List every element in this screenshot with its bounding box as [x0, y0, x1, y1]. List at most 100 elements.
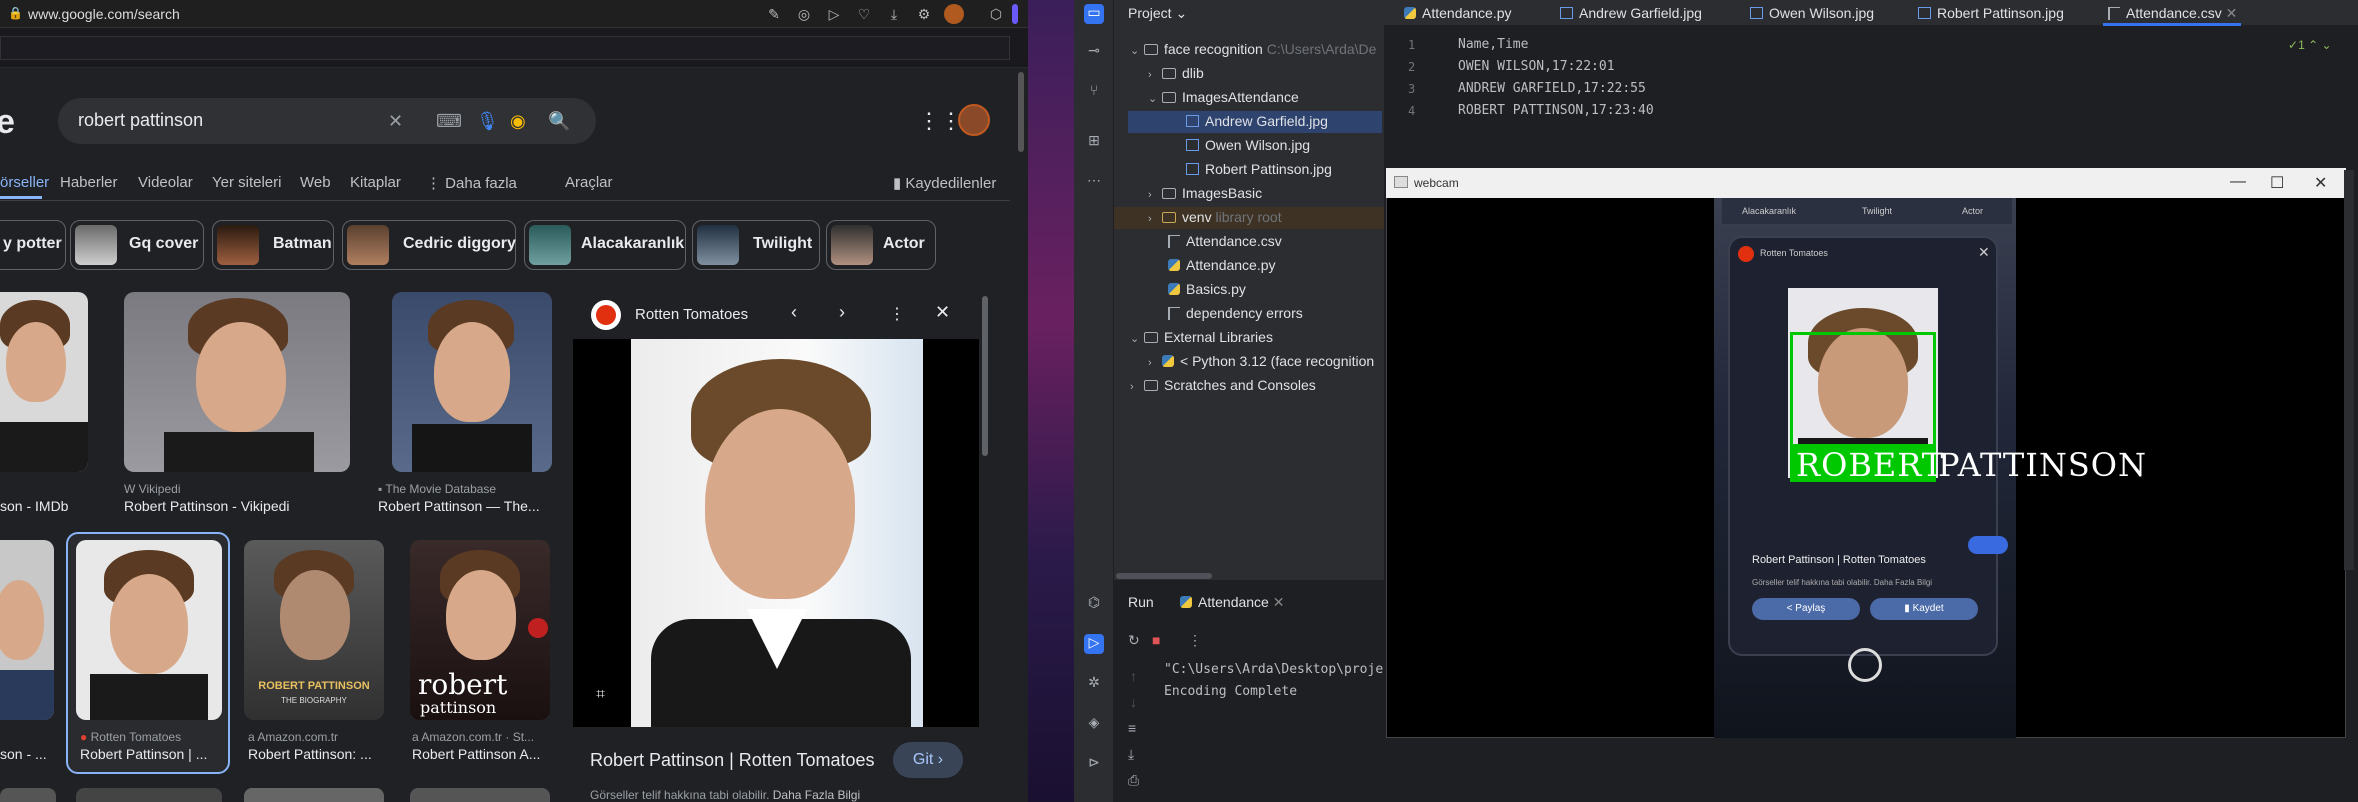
- chevron-right-icon[interactable]: ›: [1148, 184, 1162, 206]
- mic-icon[interactable]: 🎙: [476, 110, 499, 132]
- tree-item-scratches[interactable]: › Scratches and Consoles: [1130, 374, 1316, 396]
- saved-link[interactable]: ▮ Kaydedilenler: [893, 174, 996, 192]
- project-hscrollbar[interactable]: [1116, 573, 1212, 579]
- tree-item-dependency-errors[interactable]: dependency errors: [1168, 302, 1303, 324]
- prev-icon[interactable]: ‹: [791, 302, 797, 323]
- preview-image[interactable]: V: [631, 339, 923, 727]
- result-image-amazon-1[interactable]: ROBERT PATTINSON THE BIOGRAPHY: [244, 540, 384, 720]
- tree-item-venv[interactable]: › venv library root: [1148, 206, 1282, 228]
- search-input[interactable]: robert pattinson: [78, 110, 203, 131]
- run-tab-attendance[interactable]: Attendance ✕: [1180, 594, 1284, 611]
- code-line[interactable]: Name,Time: [1458, 37, 1528, 52]
- edit-icon[interactable]: ✎: [764, 4, 784, 24]
- chevron-right-icon[interactable]: ›: [1148, 208, 1162, 230]
- code-line[interactable]: ANDREW GARFIELD,17:22:55: [1458, 81, 1646, 96]
- close-run-tab-icon[interactable]: ✕: [1273, 594, 1285, 610]
- scroll-down-icon[interactable]: ↓: [1130, 694, 1137, 710]
- python-console-icon[interactable]: ⌬: [1084, 594, 1104, 614]
- result-image-rotten-tomatoes[interactable]: [76, 540, 222, 720]
- project-tool-icon[interactable]: ▭: [1084, 4, 1104, 24]
- editor-tab-attendance-py[interactable]: Attendance.py: [1404, 5, 1512, 21]
- editor-tab-andrew-garfield[interactable]: Andrew Garfield.jpg: [1560, 5, 1702, 21]
- result-image-vikipedi[interactable]: [124, 292, 350, 472]
- chip-gq-cover[interactable]: Gq cover: [70, 220, 204, 270]
- result-title[interactable]: son - IMDb: [0, 498, 68, 514]
- preview-source[interactable]: Rotten Tomatoes: [635, 306, 748, 323]
- layers-icon[interactable]: ◈: [1084, 714, 1104, 734]
- browser-scrollbar[interactable]: [1018, 72, 1024, 152]
- tab-places[interactable]: Yer siteleri: [212, 174, 281, 191]
- tree-item-images-attendance[interactable]: ⌄ ImagesAttendance: [1148, 86, 1299, 108]
- lens-search-icon[interactable]: ⌗: [596, 686, 605, 704]
- result-title[interactable]: Robert Pattinson A...: [412, 746, 540, 762]
- camera-icon[interactable]: ◎: [794, 4, 814, 24]
- code-line[interactable]: ROBERT PATTINSON,17:23:40: [1458, 103, 1654, 118]
- search-icon[interactable]: 🔍: [548, 110, 570, 132]
- commit-icon[interactable]: ⊸: [1084, 42, 1104, 62]
- structure-icon[interactable]: ⊞: [1084, 132, 1104, 152]
- result-title[interactable]: Robert Pattinson | ...: [80, 746, 207, 762]
- url-text[interactable]: www.google.com/search: [28, 6, 180, 22]
- editor-tab-attendance-csv[interactable]: Attendance.csv ✕: [2108, 5, 2237, 22]
- avatar[interactable]: [958, 104, 990, 136]
- result-image-partial[interactable]: [0, 540, 54, 720]
- heart-icon[interactable]: ♡: [854, 4, 874, 24]
- tree-item-robert-pattinson[interactable]: Robert Pattinson.jpg: [1186, 158, 1332, 180]
- chip-twilight[interactable]: Twilight: [692, 220, 820, 270]
- chip-cedric-diggory[interactable]: Cedric diggory: [342, 220, 516, 270]
- editor-tab-robert-pattinson[interactable]: Robert Pattinson.jpg: [1918, 5, 2064, 21]
- editor-scrollbar[interactable]: [2344, 170, 2354, 570]
- result-title[interactable]: Robert Pattinson — The...: [378, 498, 540, 514]
- tree-item-attendance-py[interactable]: Attendance.py: [1168, 254, 1276, 276]
- tree-item-basics-py[interactable]: Basics.py: [1168, 278, 1246, 300]
- rerun-icon[interactable]: ↻: [1128, 632, 1140, 649]
- chevron-down-icon[interactable]: ⌄: [1148, 88, 1162, 110]
- code-editor[interactable]: [1384, 26, 2358, 170]
- editor-tab-owen-wilson[interactable]: Owen Wilson.jpg: [1750, 5, 1874, 21]
- result-image-tmdb[interactable]: [392, 292, 552, 472]
- more-tools-icon[interactable]: ⋯: [1084, 172, 1104, 192]
- print-icon[interactable]: ⎙: [1128, 772, 1139, 789]
- result-image-next-row[interactable]: [0, 788, 56, 802]
- git-icon[interactable]: ⑂: [1084, 82, 1104, 102]
- tree-item-andrew-garfield[interactable]: Andrew Garfield.jpg: [1186, 110, 1328, 132]
- tab-web[interactable]: Web: [300, 174, 331, 191]
- result-title[interactable]: son - ...: [0, 746, 47, 762]
- inspection-widget[interactable]: ✓1 ⌃ ⌄: [2288, 38, 2332, 52]
- chip-actor[interactable]: Actor: [826, 220, 936, 270]
- webcam-titlebar[interactable]: webcam — ☐ ✕: [1386, 168, 2346, 198]
- download-icon[interactable]: ⤓: [884, 4, 904, 24]
- preview-scrollbar[interactable]: [982, 296, 988, 456]
- tab-images[interactable]: örseller: [0, 174, 49, 191]
- chip-alacakaranlik[interactable]: Alacakaranlık: [524, 220, 686, 270]
- result-image-next-row[interactable]: [410, 788, 550, 802]
- result-image-imdb[interactable]: [0, 292, 88, 472]
- chevron-down-icon[interactable]: ⌄: [1130, 40, 1144, 62]
- result-image-next-row[interactable]: [244, 788, 384, 802]
- next-icon[interactable]: ›: [839, 302, 845, 323]
- more-info-link[interactable]: Daha Fazla Bilgi: [773, 788, 860, 802]
- run-more-icon[interactable]: ⋮: [1188, 632, 1202, 649]
- chip-batman[interactable]: Batman: [212, 220, 334, 270]
- debug-icon[interactable]: ✲: [1084, 674, 1104, 694]
- minimize-icon[interactable]: —: [2230, 173, 2246, 191]
- chevron-right-icon[interactable]: ›: [1148, 64, 1162, 86]
- result-image-next-row[interactable]: [76, 788, 222, 802]
- result-title[interactable]: Robert Pattinson - Vikipedi: [124, 498, 290, 514]
- chevron-right-icon[interactable]: ›: [1130, 376, 1144, 398]
- clear-icon[interactable]: ✕: [388, 110, 403, 132]
- project-panel-title[interactable]: Project ⌄: [1128, 5, 1187, 22]
- search-box[interactable]: robert pattinson ✕ ⌨ 🎙 ◉ 🔍: [58, 98, 596, 144]
- scroll-up-icon[interactable]: ↑: [1130, 668, 1137, 684]
- result-title[interactable]: Robert Pattinson: ...: [248, 746, 372, 762]
- extensions-icon[interactable]: ⬡: [986, 4, 1006, 24]
- tree-item-owen-wilson[interactable]: Owen Wilson.jpg: [1186, 134, 1310, 156]
- play-icon[interactable]: ▷: [824, 4, 844, 24]
- tree-item-face-recognition[interactable]: ⌄ face recognition C:\Users\Arda\De: [1130, 38, 1376, 60]
- tab-more[interactable]: ⋮ Daha fazla: [426, 174, 517, 192]
- chip-harry-potter[interactable]: y potter: [0, 220, 66, 270]
- result-image-amazon-2[interactable]: robert pattinson: [410, 540, 550, 720]
- close-icon[interactable]: ✕: [935, 302, 950, 323]
- close-window-icon[interactable]: ✕: [2314, 173, 2327, 193]
- tree-item-external-libraries[interactable]: ⌄ External Libraries: [1130, 326, 1273, 348]
